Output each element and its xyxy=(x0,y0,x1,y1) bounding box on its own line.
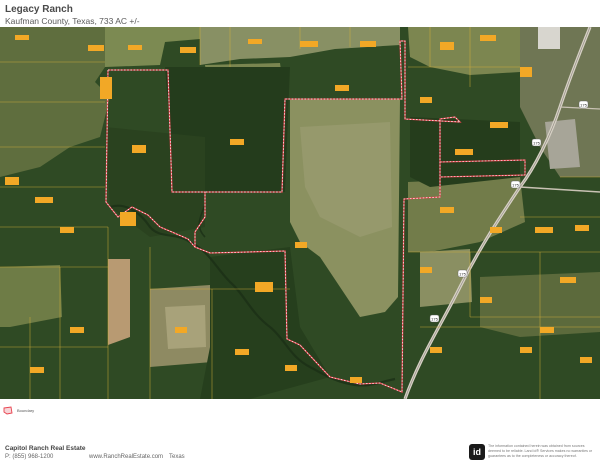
route-shield-label: 175 xyxy=(459,272,466,277)
land-id-logo-text: id xyxy=(473,447,481,457)
phone-number[interactable]: P: (855) 968-1200 xyxy=(5,453,89,462)
aerial-map[interactable]: 175 175 175 175 175 0 1000 2000 3000 400… xyxy=(0,27,600,399)
page-title: Legacy Ranch xyxy=(5,4,73,15)
legend-label: Boundary xyxy=(17,407,35,413)
map-header: Legacy Ranch Kaufman County, Texas, 733 … xyxy=(5,3,595,27)
field-south-left xyxy=(0,265,62,327)
route-shield-label: 175 xyxy=(512,183,519,188)
route-shield-label: 175 xyxy=(533,141,540,146)
disclaimer-text: The information contained herein was obt… xyxy=(488,444,593,458)
field-northeast-white xyxy=(538,27,560,49)
town-buildings xyxy=(545,119,580,169)
page-subtitle: Kaufman County, Texas, 733 AC +/- xyxy=(5,16,140,26)
aerial-map-canvas[interactable]: 175 175 175 175 175 xyxy=(0,27,600,399)
field-southwest-tan xyxy=(108,259,130,345)
state-label: Texas xyxy=(169,454,185,460)
website-link[interactable]: www.RanchRealEstate.com xyxy=(89,453,169,462)
route-shield-label: 175 xyxy=(580,103,587,108)
route-shield-label: 175 xyxy=(431,317,438,322)
land-id-logo: id xyxy=(469,444,485,460)
boundary-polygon-icon xyxy=(3,405,13,414)
map-legend: Boundary xyxy=(3,404,34,416)
